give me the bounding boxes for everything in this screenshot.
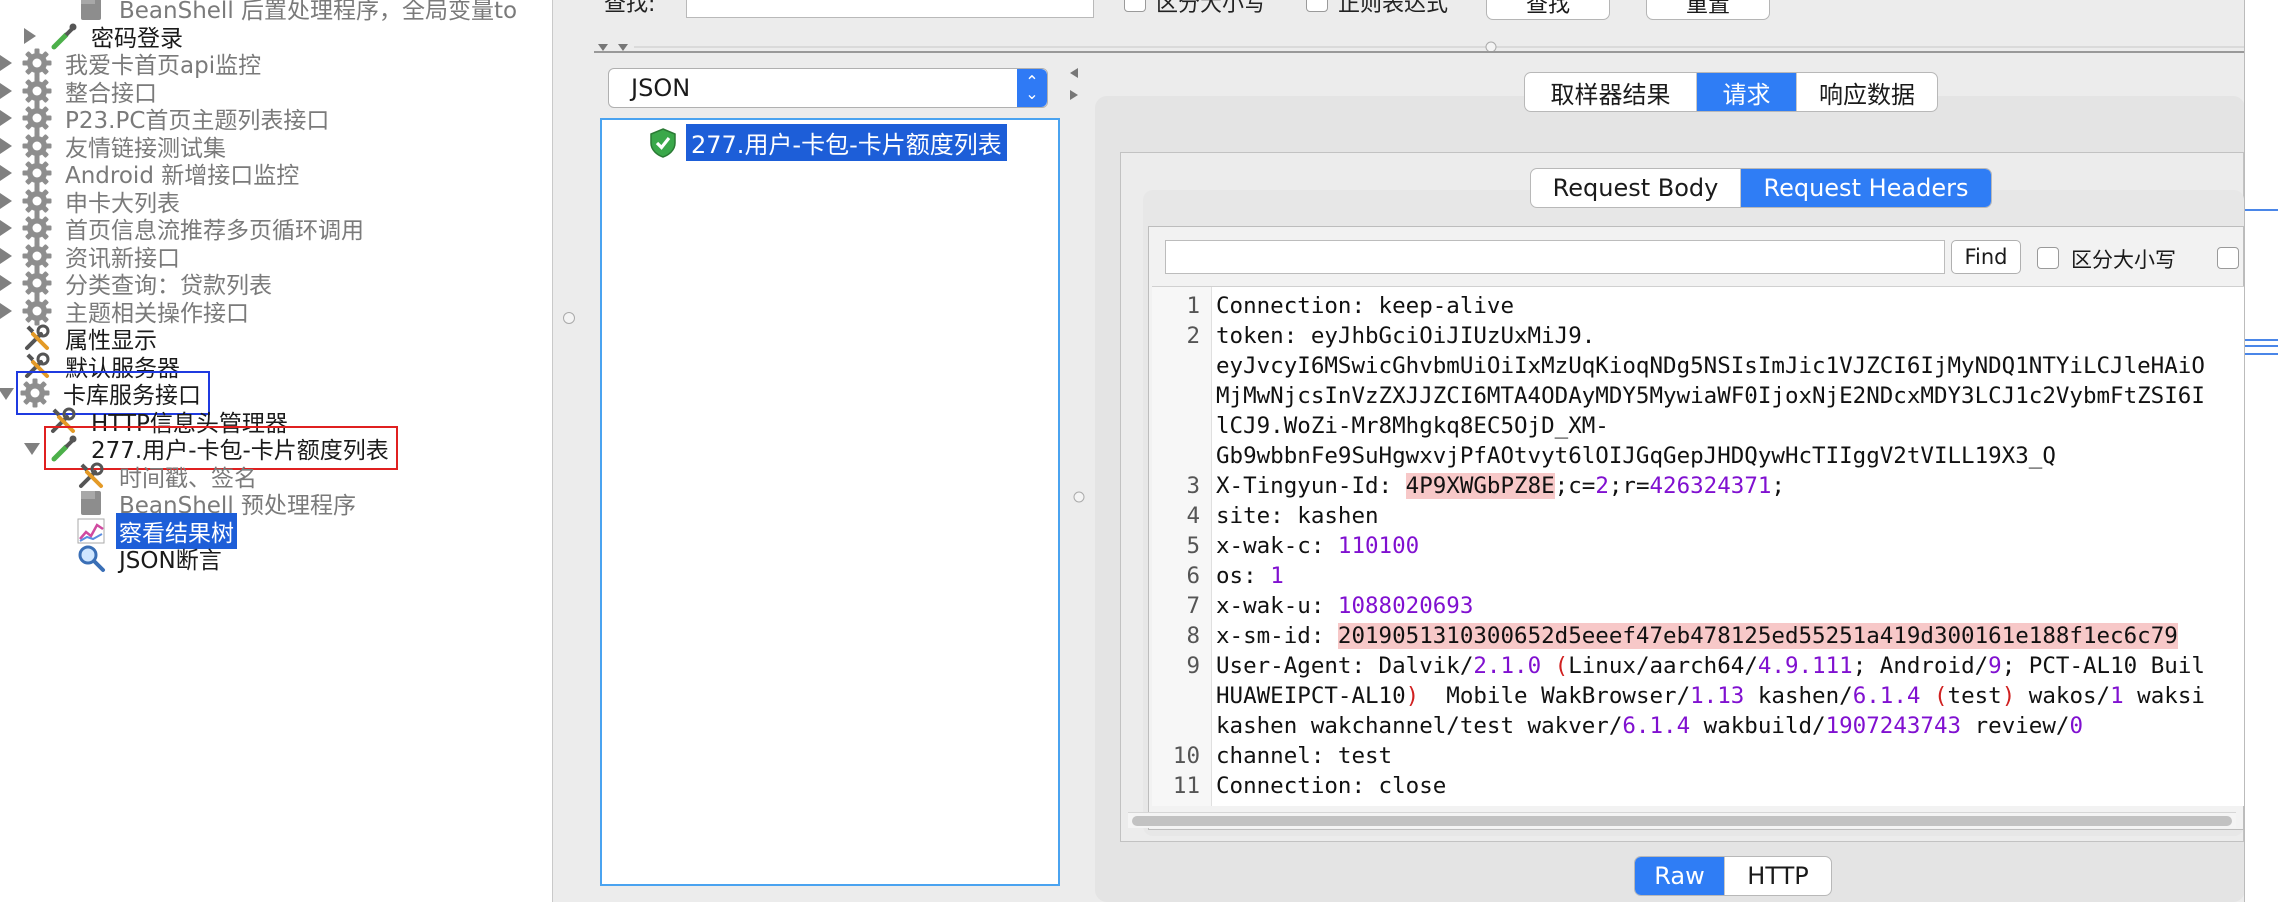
main-tabs: 取样器结果 请求 响应数据 bbox=[1524, 72, 1938, 112]
line-number: 9 bbox=[1186, 653, 1200, 679]
regex-label: 正则表达式 bbox=[1338, 0, 1449, 17]
result-item[interactable]: 277.用户-卡包-卡片额度列表 bbox=[646, 124, 1007, 161]
code-line: HUAWEIPCT-AL10) Mobile WakBrowser/1.13 k… bbox=[1216, 683, 2205, 709]
code-line: token: eyJhbGciOiJIUzUxMiJ9. bbox=[1216, 323, 1596, 349]
code-line: os: 1 bbox=[1216, 563, 1284, 589]
select-arrows-icon[interactable]: ⌃ ⌄ bbox=[1017, 69, 1047, 107]
tab-request[interactable]: 请求 bbox=[1697, 73, 1797, 111]
request-subtabs: Request Body Request Headers bbox=[1530, 168, 1992, 208]
code-line: channel: test bbox=[1216, 743, 1393, 769]
test-plan-tree[interactable]: BeanShell 后置处理程序，全局变量to 密码登录 我爱卡首页api监控 整合接… bbox=[0, 0, 552, 902]
code-line: Connection: close bbox=[1216, 773, 1447, 799]
magnifier-icon bbox=[74, 541, 108, 575]
regex-checkbox[interactable] bbox=[1306, 0, 1328, 12]
expand-right-icon[interactable] bbox=[0, 55, 12, 71]
find-regex-checkbox[interactable] bbox=[2217, 247, 2239, 269]
expand-down-icon[interactable] bbox=[24, 443, 40, 455]
tab-sampler-result[interactable]: 取样器结果 bbox=[1525, 73, 1697, 111]
find-input[interactable] bbox=[1165, 240, 1945, 274]
left-splitter[interactable] bbox=[552, 0, 594, 902]
expand-down-icon[interactable] bbox=[0, 388, 14, 400]
tree-node[interactable]: JSON断言 bbox=[74, 538, 225, 578]
line-number: 11 bbox=[1172, 773, 1200, 799]
expand-right-icon[interactable] bbox=[0, 302, 12, 319]
line-number: 3 bbox=[1186, 473, 1200, 499]
code-line: eyJvcyI6MSwicGhvbmUiOiIxMzUqKioqNDg5NSIs… bbox=[1216, 353, 2205, 379]
headers-editor[interactable]: 1 2 3 4 5 6 7 8 9 10 11 Connection: keep-alive toke… bbox=[1152, 286, 2244, 806]
case-checkbox[interactable] bbox=[1124, 0, 1146, 12]
tree-node-label: JSON断言 bbox=[119, 548, 222, 574]
renderer-select[interactable]: JSON ⌃ ⌄ bbox=[608, 68, 1048, 108]
code-line: Connection: keep-alive bbox=[1216, 293, 1515, 319]
find-case-checkbox[interactable] bbox=[2037, 247, 2059, 269]
tab-request-body[interactable]: Request Body bbox=[1531, 169, 1741, 207]
expand-right-icon[interactable] bbox=[0, 110, 12, 126]
shield-check-icon bbox=[650, 127, 676, 158]
horizontal-scrollbar[interactable] bbox=[1128, 812, 2236, 828]
expand-right-icon[interactable] bbox=[0, 82, 12, 99]
search-label: 查找: bbox=[604, 0, 656, 17]
splitter-handle-icon[interactable] bbox=[563, 312, 575, 324]
line-number: 5 bbox=[1186, 533, 1200, 559]
reset-button[interactable]: 重置 bbox=[1646, 0, 1770, 20]
code-line: x-wak-u: 1088020693 bbox=[1216, 593, 1474, 619]
code-line: x-sm-id: 2019051310300652d5eeef47eb47812… bbox=[1216, 623, 2178, 649]
line-number: 4 bbox=[1186, 503, 1200, 529]
edge-lines-icon bbox=[2245, 209, 2278, 355]
line-number-gutter: 1 2 3 4 5 6 7 8 9 10 11 bbox=[1152, 287, 1212, 806]
search-input[interactable] bbox=[686, 0, 1094, 18]
find-bar: Find 区分大小写 bbox=[1165, 240, 2245, 276]
middle-splitter[interactable] bbox=[1060, 60, 1100, 902]
expand-right-icon[interactable] bbox=[0, 192, 12, 209]
tab-raw[interactable]: Raw bbox=[1635, 857, 1725, 895]
code-line: MjMwNjcsInVzZXJJZCI6MTA4ODAyMDY5MywiaWF0… bbox=[1216, 383, 2205, 409]
split-divider[interactable] bbox=[594, 40, 2244, 54]
line-number: 7 bbox=[1186, 593, 1200, 619]
scrollbar-thumb[interactable] bbox=[1132, 816, 2232, 826]
right-edge-panel bbox=[2244, 0, 2278, 902]
code-line: x-wak-c: 110100 bbox=[1216, 533, 1420, 559]
splitter-arrows-icon[interactable] bbox=[1060, 60, 1100, 902]
result-item-label: 277.用户-卡包-卡片额度列表 bbox=[686, 124, 1007, 161]
expand-right-icon[interactable] bbox=[0, 165, 12, 181]
tab-response-data[interactable]: 响应数据 bbox=[1797, 73, 1937, 111]
expand-right-icon[interactable] bbox=[0, 220, 12, 236]
code-line: lCJ9.WoZi-Mr8Mhgkq8EC5OjD_XM- bbox=[1216, 413, 1609, 439]
line-number: 10 bbox=[1172, 743, 1200, 769]
renderer-value: JSON bbox=[631, 74, 691, 102]
line-number: 8 bbox=[1186, 623, 1200, 649]
line-number: 6 bbox=[1186, 563, 1200, 589]
code-line: User-Agent: Dalvik/2.1.0 (Linux/aarch64/… bbox=[1216, 653, 2205, 679]
jmeter-window: BeanShell 后置处理程序，全局变量to 密码登录 我爱卡首页api监控 整合接… bbox=[0, 0, 2278, 902]
view-mode-tabs: Raw HTTP bbox=[1634, 856, 1832, 896]
result-tree[interactable]: 277.用户-卡包-卡片额度列表 bbox=[600, 118, 1060, 886]
code-line: kashen wakchannel/test wakver/6.1.4 wakb… bbox=[1216, 713, 2083, 739]
find-button[interactable]: 查找 bbox=[1486, 0, 1610, 20]
case-label: 区分大小写 bbox=[1156, 0, 1267, 17]
search-bar: 查找: 区分大小写 正则表达式 查找 重置 bbox=[594, 0, 2244, 22]
line-number: 1 bbox=[1186, 293, 1200, 319]
code-line: X-Tingyun-Id: 4P9XWGbPZ8E;c=2;r=42632437… bbox=[1216, 473, 1785, 499]
find-text-button[interactable]: Find bbox=[1951, 240, 2021, 274]
line-number: 2 bbox=[1186, 323, 1200, 349]
tab-request-headers[interactable]: Request Headers bbox=[1741, 169, 1991, 207]
find-case-label: 区分大小写 bbox=[2071, 248, 2176, 272]
expand-right-icon[interactable] bbox=[0, 247, 12, 264]
code-line: Gb9wbbnFe9SuHgwxvjPfAOtvyt6lOIJGqGepJHDQ… bbox=[1216, 443, 2056, 469]
expand-right-icon[interactable] bbox=[0, 275, 12, 291]
code-line: site: kashen bbox=[1216, 503, 1379, 529]
tab-http[interactable]: HTTP bbox=[1725, 857, 1831, 895]
expand-right-icon[interactable] bbox=[24, 27, 36, 44]
collapse-arrows-icon[interactable] bbox=[594, 40, 2244, 54]
expand-right-icon[interactable] bbox=[0, 137, 12, 154]
